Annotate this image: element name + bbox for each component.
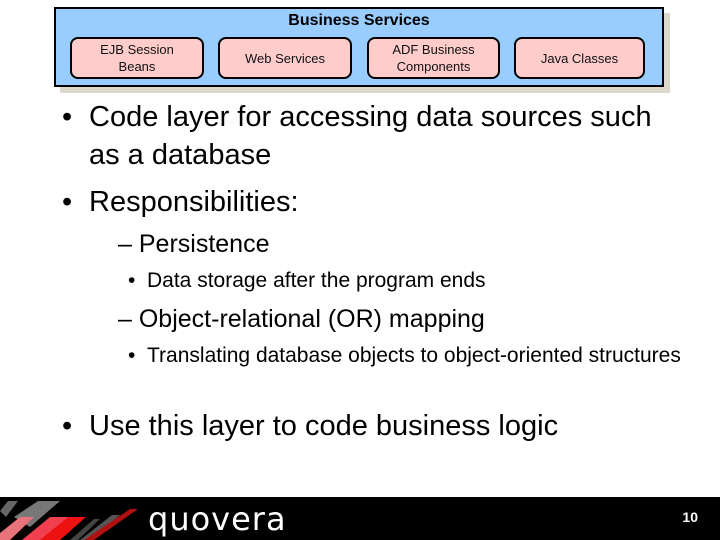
component-label: Web Services bbox=[245, 50, 325, 66]
page-number: 10 bbox=[682, 509, 698, 525]
dash-icon: – bbox=[118, 230, 132, 258]
bullet-icon: • bbox=[62, 101, 73, 133]
bullet-icon: • bbox=[62, 186, 73, 218]
component-label: Beans bbox=[118, 59, 156, 74]
dash-icon: – bbox=[118, 305, 132, 333]
quovera-logo: quovera bbox=[148, 500, 287, 538]
diagram-title: Business Services bbox=[288, 12, 430, 29]
bullet-icon: • bbox=[128, 269, 136, 292]
component-label: EJB Session bbox=[100, 42, 174, 57]
footer-bar: quovera 10 bbox=[0, 497, 720, 540]
component-adf-business-components: ADF Business Components bbox=[367, 37, 500, 79]
logo-stripes-icon bbox=[0, 501, 138, 540]
detail-bullet-text: Data storage after the program ends bbox=[147, 269, 486, 292]
bullet-text: Code layer for accessing data sources su… bbox=[89, 101, 652, 171]
component-java-classes: Java Classes bbox=[514, 37, 645, 79]
sub-bullet-text: Persistence bbox=[138, 230, 270, 258]
component-label: Java Classes bbox=[540, 50, 619, 66]
sub-bullet-item: – Persistence bbox=[118, 229, 269, 259]
component-web-services: Web Services bbox=[218, 37, 352, 79]
sub-bullet-text: Object-relational (OR) mapping bbox=[138, 305, 485, 333]
component-label: ADF Business bbox=[392, 42, 475, 57]
bullet-icon: • bbox=[62, 410, 73, 442]
component-label: Components bbox=[396, 59, 471, 74]
business-services-diagram: Business Services EJB Session Beans Web S… bbox=[54, 7, 664, 87]
sub-bullet-item: – Object-relational (OR) mapping bbox=[118, 304, 485, 334]
component-ejb-session-beans: EJB Session Beans bbox=[70, 37, 204, 79]
bullet-text: Use this layer to code business logic bbox=[89, 410, 559, 442]
bullet-icon: • bbox=[128, 344, 136, 367]
bullet-text: Responsibilities: bbox=[89, 186, 299, 218]
detail-bullet-text: Translating database objects to object-o… bbox=[147, 344, 681, 367]
